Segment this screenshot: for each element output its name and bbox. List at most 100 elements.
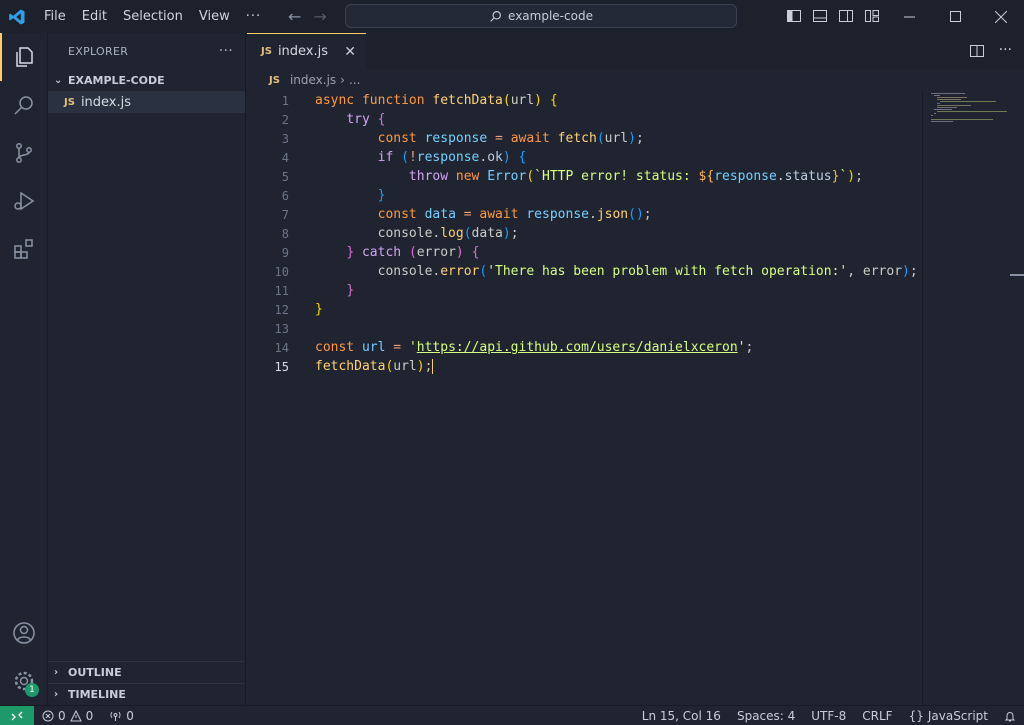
- close-tab-icon[interactable]: ✕: [344, 44, 356, 60]
- line-number: 13: [274, 321, 289, 336]
- code-line: 12}: [247, 300, 922, 319]
- status-right: Ln 15, Col 16 Spaces: 4 UTF-8 CRLF {} Ja…: [634, 709, 1024, 723]
- run-debug-activity[interactable]: [0, 177, 48, 225]
- accounts-activity[interactable]: [0, 609, 48, 657]
- line-number: 1: [281, 93, 289, 108]
- minimap[interactable]: [922, 91, 1008, 705]
- timeline-section[interactable]: › TIMELINE: [48, 683, 245, 705]
- window-controls: [886, 0, 1024, 33]
- tab-label: index.js: [277, 44, 329, 59]
- extensions-activity[interactable]: [0, 225, 48, 273]
- forward-arrow-icon[interactable]: →: [313, 7, 326, 26]
- menu-bar: File Edit Selection View ···: [36, 9, 269, 24]
- search-activity[interactable]: [0, 81, 48, 129]
- language-mode[interactable]: {} JavaScript: [901, 709, 996, 723]
- encoding[interactable]: UTF-8: [803, 709, 854, 723]
- vertical-scrollbar[interactable]: [1010, 91, 1024, 705]
- manage-activity[interactable]: 1: [0, 657, 48, 705]
- broadcast-icon: [110, 711, 121, 721]
- line-number: 2: [281, 112, 289, 127]
- breadcrumb-file[interactable]: index.js: [290, 73, 336, 87]
- ports-indicator[interactable]: 0: [101, 709, 142, 723]
- error-count: 0: [58, 708, 66, 723]
- tab-index-js[interactable]: JS index.js ✕: [247, 33, 366, 69]
- editor-actions: ···: [969, 43, 1012, 59]
- code-text: }: [346, 283, 355, 298]
- code-line: 1 async function fetchData(url) {: [247, 91, 922, 110]
- code-line: 11 }: [247, 281, 922, 300]
- line-number: 7: [281, 207, 289, 222]
- code-line: 6 }: [247, 186, 922, 205]
- command-center-search[interactable]: example-code: [345, 4, 737, 28]
- line-number: 6: [281, 188, 289, 203]
- cursor-position[interactable]: Ln 15, Col 16: [634, 709, 729, 723]
- code-text: const response = await fetch(url);: [377, 131, 644, 146]
- line-number: 4: [281, 150, 289, 165]
- maximize-button[interactable]: [932, 0, 978, 33]
- menu-selection[interactable]: Selection: [115, 9, 191, 24]
- toggle-secondary-sidebar-icon[interactable]: [838, 8, 854, 24]
- code-line: 8 console.log(data);: [247, 224, 922, 243]
- search-icon: [490, 10, 501, 22]
- menu-edit[interactable]: Edit: [74, 9, 115, 24]
- editor-area: JS index.js ✕ ··· JS index.js › ... 1 asy…: [247, 33, 1024, 705]
- toggle-primary-sidebar-icon[interactable]: [786, 8, 802, 24]
- explorer-activity[interactable]: [0, 33, 48, 81]
- customize-layout-icon[interactable]: [864, 8, 880, 24]
- code-text: }: [377, 188, 386, 203]
- code-editor[interactable]: 1 async function fetchData(url) { 2 try {…: [247, 91, 922, 376]
- end-of-line[interactable]: CRLF: [854, 709, 900, 723]
- code-text: } catch (error) {: [346, 245, 480, 260]
- explorer-more-button[interactable]: ···: [219, 43, 233, 59]
- timeline-title: TIMELINE: [68, 688, 126, 701]
- javascript-file-icon: JS: [64, 96, 75, 108]
- account-icon: [13, 622, 35, 644]
- chevron-right-icon: ›: [54, 667, 59, 678]
- outline-section[interactable]: › OUTLINE: [48, 661, 245, 683]
- files-icon: [16, 47, 33, 67]
- minimize-button[interactable]: [886, 0, 932, 33]
- javascript-file-icon: JS: [269, 74, 280, 86]
- breadcrumb-more[interactable]: ...: [349, 73, 360, 87]
- layout-controls: [786, 8, 880, 24]
- file-item[interactable]: JS index.js: [48, 91, 245, 113]
- line-number: 10: [274, 264, 289, 279]
- code-text: const url = 'https://api.github.com/user…: [315, 340, 754, 355]
- sidebar-bottom-sections: › OUTLINE › TIMELINE: [48, 661, 245, 705]
- run-debug-icon: [14, 191, 35, 211]
- cursor-position-marker: [1010, 274, 1024, 276]
- outline-title: OUTLINE: [68, 666, 122, 679]
- code-line: 10 console.error('There has been problem…: [247, 262, 922, 281]
- notifications-bell[interactable]: [996, 710, 1024, 722]
- editor-tabs: JS index.js ✕ ···: [247, 33, 1024, 69]
- folder-name: EXAMPLE-CODE: [68, 73, 165, 87]
- activity-bar: 1: [0, 33, 48, 705]
- problems-indicator[interactable]: 0 0: [34, 709, 101, 723]
- breadcrumb: JS index.js › ...: [247, 69, 1024, 91]
- update-badge: 1: [25, 683, 39, 697]
- line-number: 9: [281, 245, 289, 260]
- code-text: try {: [346, 112, 386, 127]
- folder-section[interactable]: ⌄ EXAMPLE-CODE: [48, 69, 245, 91]
- toggle-panel-icon[interactable]: [812, 8, 828, 24]
- menu-more-button[interactable]: ···: [238, 9, 269, 24]
- source-control-icon: [16, 143, 32, 163]
- extensions-icon: [14, 239, 33, 259]
- code-text: async function fetchData(url) {: [315, 93, 558, 108]
- remote-indicator[interactable]: [0, 705, 34, 725]
- indentation[interactable]: Spaces: 4: [729, 709, 803, 723]
- breadcrumb-separator: ›: [340, 73, 345, 87]
- back-arrow-icon[interactable]: ←: [288, 7, 301, 26]
- editor-more-button[interactable]: ···: [999, 43, 1012, 59]
- source-control-activity[interactable]: [0, 129, 48, 177]
- line-number: 14: [274, 340, 289, 355]
- code-line: 3 const response = await fetch(url);: [247, 129, 922, 148]
- close-window-button[interactable]: [978, 0, 1024, 33]
- line-number: 15: [274, 359, 289, 374]
- menu-view[interactable]: View: [191, 9, 238, 24]
- warning-count: 0: [85, 708, 94, 723]
- line-number: 8: [281, 226, 289, 241]
- explorer-sidebar: EXPLORER ··· ⌄ EXAMPLE-CODE JS index.js …: [48, 33, 246, 705]
- menu-file[interactable]: File: [36, 9, 74, 24]
- split-editor-icon[interactable]: [969, 43, 985, 59]
